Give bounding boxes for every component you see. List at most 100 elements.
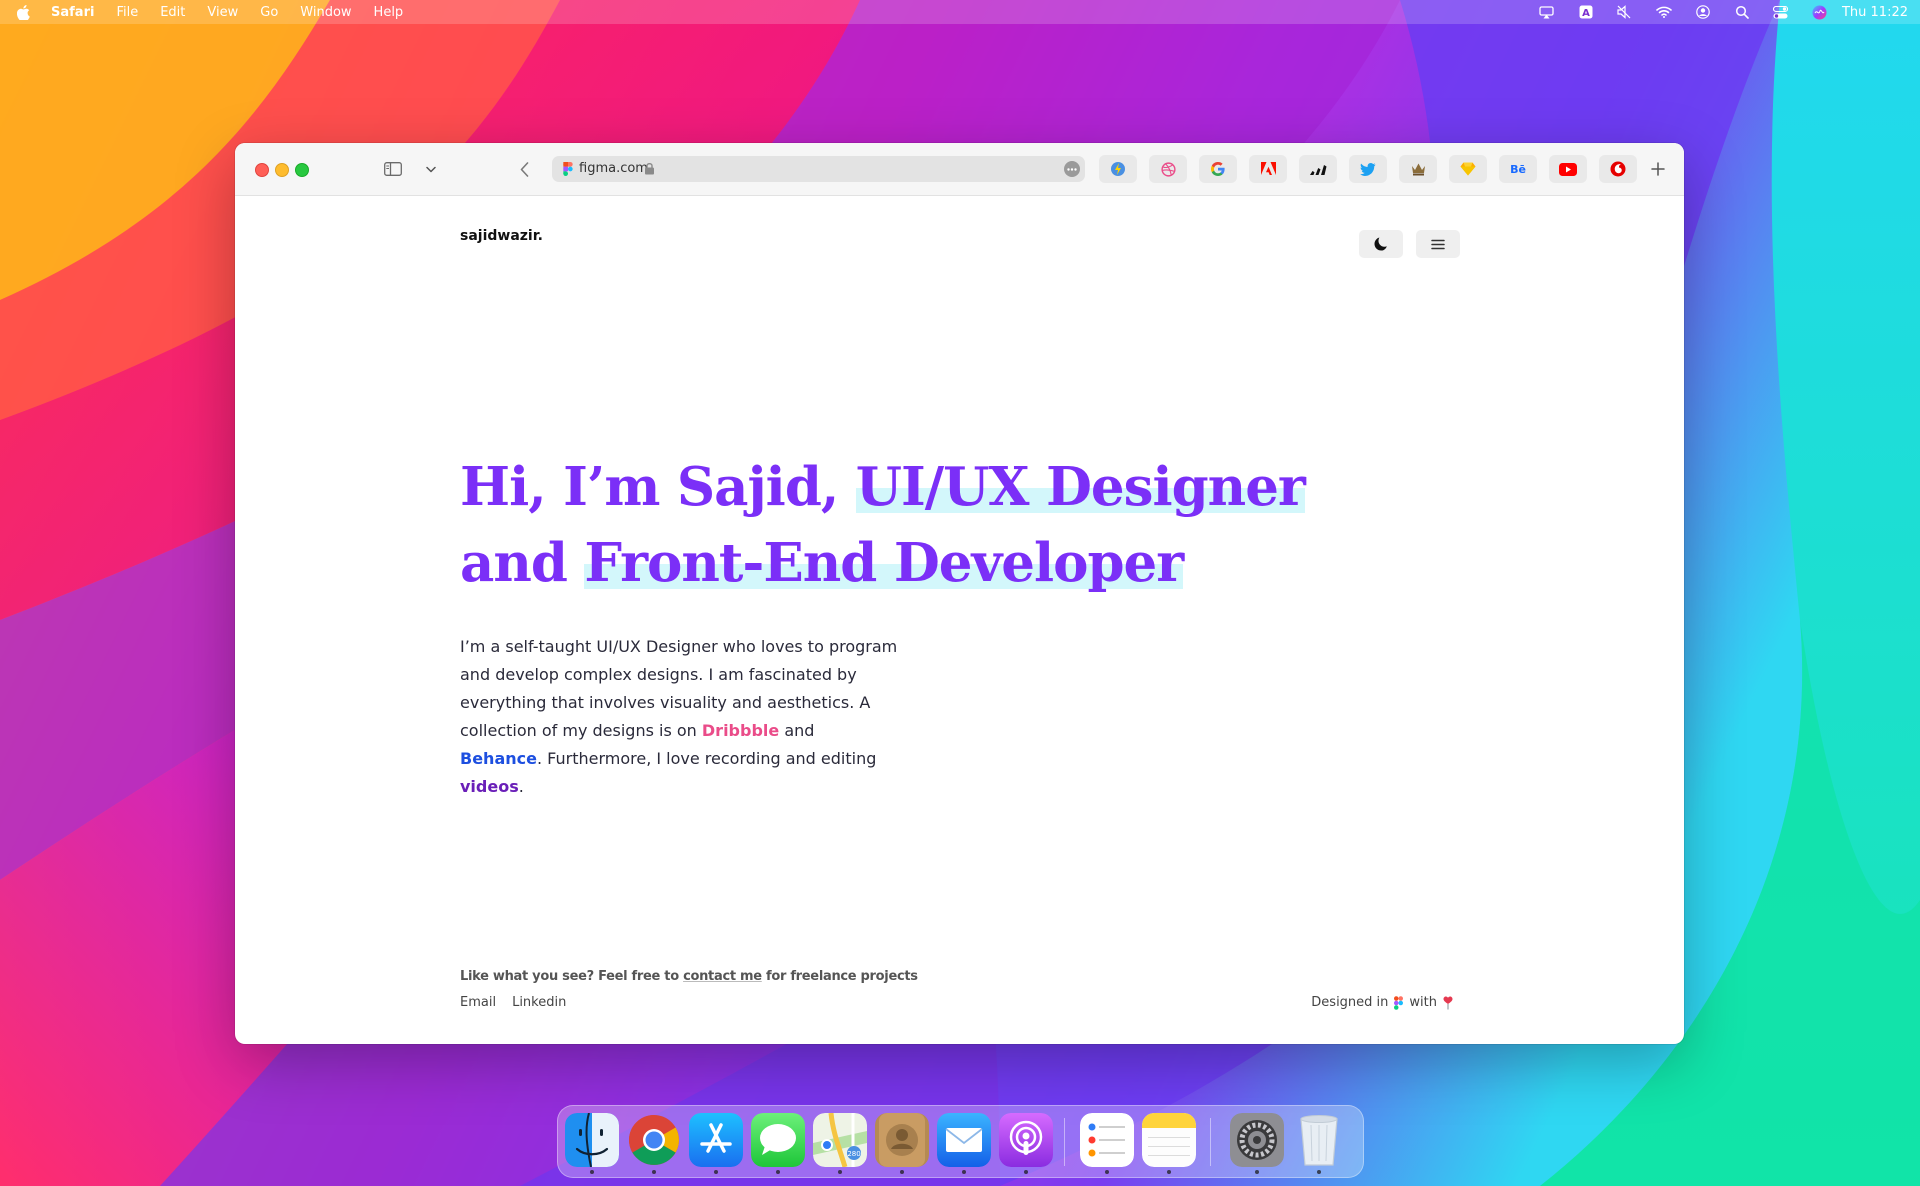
finder-icon[interactable]: [565, 1113, 619, 1167]
back-chevron-icon[interactable]: [512, 157, 536, 181]
running-indicator: [900, 1170, 904, 1174]
headline-highlight-role-1: UI/UX Designer: [855, 456, 1306, 518]
favorite-twitter-icon[interactable]: [1349, 155, 1387, 183]
running-indicator: [838, 1170, 842, 1174]
behance-link[interactable]: Behance: [460, 749, 537, 768]
headline-text: Hi, I’m Sajid,: [460, 456, 856, 518]
headline-text: and: [460, 532, 585, 594]
menu-help[interactable]: Help: [374, 5, 404, 20]
menubar-clock[interactable]: Thu 11:22: [1842, 5, 1908, 20]
favorite-adidas-icon[interactable]: [1299, 155, 1337, 183]
svg-text:280: 280: [847, 1150, 860, 1158]
linkedin-link[interactable]: Linkedin: [512, 995, 566, 1010]
menu-app-name[interactable]: Safari: [51, 5, 94, 20]
window-close-button[interactable]: [255, 163, 269, 177]
apple-menu-icon[interactable]: [16, 4, 30, 20]
siri-icon[interactable]: [1812, 4, 1828, 20]
safari-toolbar: figma.com Bē: [235, 143, 1684, 196]
favorite-youtube-icon[interactable]: [1549, 155, 1587, 183]
safari-window: figma.com Bē sajidwazir. Hi, I’m Sajid, …: [235, 143, 1684, 1044]
maps-icon[interactable]: 280: [813, 1113, 867, 1167]
favorite-bookmark-1-icon[interactable]: [1099, 155, 1137, 183]
intro-text: . Furthermore, I love recording and edit…: [536, 749, 877, 768]
address-bar[interactable]: figma.com: [552, 156, 1085, 182]
mute-icon[interactable]: [1617, 4, 1633, 20]
running-indicator: [1167, 1170, 1171, 1174]
menu-file[interactable]: File: [116, 5, 138, 20]
favorites-bar: Bē: [1099, 155, 1649, 183]
window-zoom-button[interactable]: [295, 163, 309, 177]
running-indicator: [714, 1170, 718, 1174]
hero-headline: Hi, I’m Sajid, UI/UX Designer and Front-…: [460, 449, 1360, 601]
reminders-icon[interactable]: [1080, 1113, 1134, 1167]
favorite-behance-icon[interactable]: Bē: [1499, 155, 1537, 183]
menu-edit[interactable]: Edit: [160, 5, 185, 20]
page-menu-icon[interactable]: [1064, 161, 1080, 177]
moon-icon: [1374, 237, 1387, 251]
contacts-icon[interactable]: [875, 1113, 929, 1167]
dock-separator: [1210, 1118, 1211, 1166]
menu-go[interactable]: Go: [260, 5, 278, 20]
window-minimize-button[interactable]: [275, 163, 289, 177]
menu-bar: Safari File Edit View Go Window Help A T…: [0, 0, 1920, 24]
podcasts-icon[interactable]: [999, 1113, 1053, 1167]
trash-icon[interactable]: [1292, 1113, 1346, 1167]
favorite-vodafone-icon[interactable]: [1599, 155, 1637, 183]
sidebar-toggle-icon[interactable]: [381, 157, 405, 181]
running-indicator: [652, 1170, 656, 1174]
dock-separator: [1064, 1118, 1065, 1166]
figma-icon: [1394, 995, 1404, 1010]
running-indicator: [590, 1170, 594, 1174]
running-indicator: [776, 1170, 780, 1174]
running-indicator: [1024, 1170, 1028, 1174]
dribbble-link[interactable]: Dribbble: [702, 721, 779, 740]
address-url: figma.com: [579, 161, 648, 176]
user-icon[interactable]: [1695, 4, 1711, 20]
favorite-dribbble-icon[interactable]: [1149, 155, 1187, 183]
intro-paragraph: I’m a self-taught UI/UX Designer who lov…: [460, 633, 900, 801]
menu-view[interactable]: View: [207, 5, 238, 20]
footer-cta: Like what you see? Feel free to contact …: [460, 969, 918, 984]
running-indicator: [962, 1170, 966, 1174]
contact-me-link[interactable]: contact me: [683, 969, 762, 984]
intro-text: .: [518, 777, 524, 796]
notes-icon[interactable]: [1142, 1113, 1196, 1167]
status-area: A Thu 11:22: [1516, 0, 1908, 24]
dark-mode-toggle-button[interactable]: [1359, 230, 1403, 258]
headline-highlight-role-2: Front-End Developer: [584, 532, 1184, 594]
favorite-google-icon[interactable]: [1199, 155, 1237, 183]
intro-text: and: [779, 721, 815, 740]
site-logo[interactable]: sajidwazir.: [460, 228, 543, 244]
chrome-icon[interactable]: [627, 1113, 681, 1167]
favorite-adobe-icon[interactable]: [1249, 155, 1287, 183]
footer-links: Email Linkedin: [460, 995, 582, 1010]
figma-favicon-icon: [563, 162, 573, 176]
wifi-icon[interactable]: [1656, 4, 1672, 20]
heart-pin-icon: [1443, 996, 1453, 1010]
webpage-content: sajidwazir. Hi, I’m Sajid, UI/UX Designe…: [235, 196, 1684, 1044]
running-indicator: [1255, 1170, 1259, 1174]
credit-text: with: [1409, 995, 1437, 1010]
favorite-sketch-icon[interactable]: [1449, 155, 1487, 183]
footer-credit: Designed in with: [1311, 995, 1459, 1010]
app-store-icon[interactable]: [689, 1113, 743, 1167]
hamburger-menu-button[interactable]: [1416, 230, 1460, 258]
airplay-icon[interactable]: [1539, 4, 1555, 20]
cta-text: Like what you see? Feel free to: [460, 969, 684, 984]
email-link[interactable]: Email: [460, 995, 496, 1010]
input-source-icon[interactable]: A: [1578, 4, 1594, 20]
running-indicator: [1105, 1170, 1109, 1174]
dock: 280: [557, 1105, 1364, 1178]
favorite-crown-icon[interactable]: [1399, 155, 1437, 183]
hamburger-icon: [1431, 239, 1445, 249]
messages-icon[interactable]: [751, 1113, 805, 1167]
spotlight-icon[interactable]: [1734, 4, 1750, 20]
system-preferences-icon[interactable]: [1230, 1113, 1284, 1167]
new-tab-plus-icon[interactable]: [1646, 157, 1670, 181]
videos-link[interactable]: videos: [460, 777, 519, 796]
credit-text: Designed in: [1311, 995, 1389, 1010]
control-center-icon[interactable]: [1773, 4, 1789, 20]
tab-group-chevron-down-icon[interactable]: [419, 157, 443, 181]
menu-window[interactable]: Window: [300, 5, 351, 20]
mail-icon[interactable]: [937, 1113, 991, 1167]
